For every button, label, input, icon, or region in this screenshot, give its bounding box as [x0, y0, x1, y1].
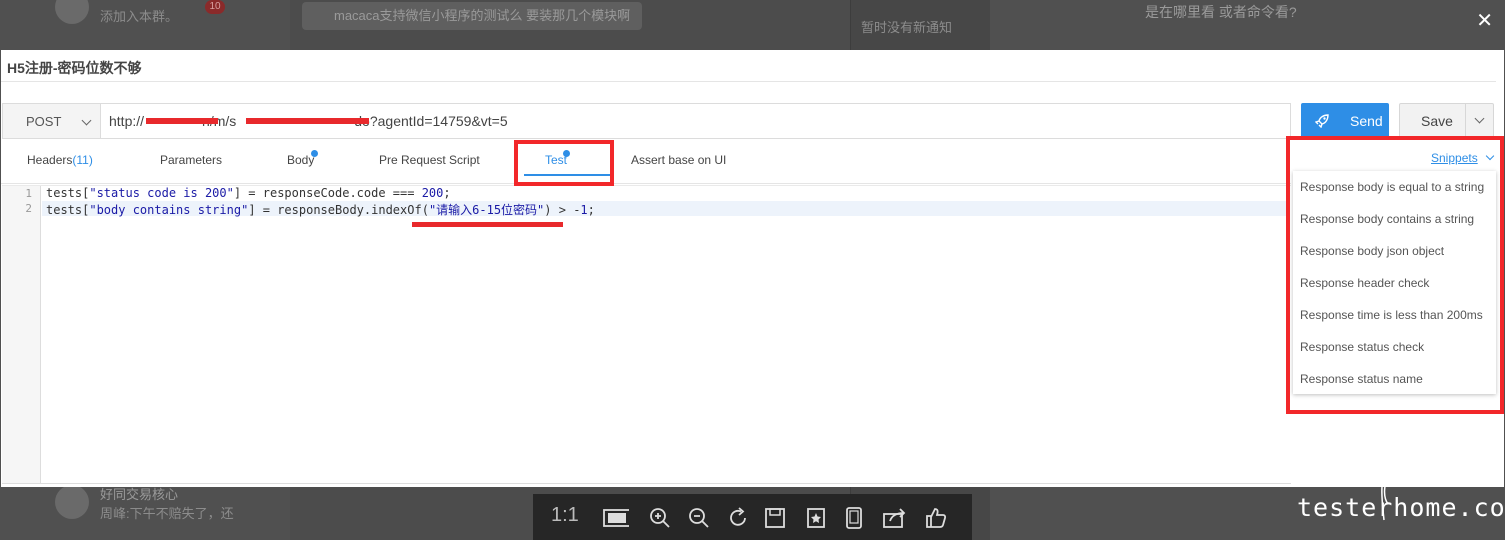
headers-count: (11): [72, 153, 93, 167]
annotation-box-snippets: [1286, 136, 1504, 414]
viewer-toolbar: 1:1: [533, 494, 972, 540]
contact-avatar: [55, 0, 89, 24]
redaction-mark: [246, 118, 369, 124]
line-number: 1: [25, 187, 32, 200]
chevron-down-icon: [81, 115, 92, 126]
annotation-underline: [412, 222, 563, 227]
watermark: testerhome.com: [1297, 493, 1505, 522]
redaction-mark: [146, 118, 218, 124]
fit-screen-icon[interactable]: [599, 506, 629, 530]
contact-avatar: [55, 485, 89, 519]
save-icon[interactable]: [763, 506, 787, 530]
send-button[interactable]: Send: [1301, 103, 1389, 139]
tab-parameters[interactable]: Parameters: [160, 153, 222, 167]
tab-assert-ui[interactable]: Assert base on UI: [631, 153, 726, 167]
unread-badge: 10: [205, 0, 225, 14]
code-editor[interactable]: 1 2 tests["status code is 200"] = respon…: [2, 185, 1291, 484]
notice-text: 暂时没有新通知: [861, 20, 953, 35]
contact-preview: 添加入本群。: [100, 9, 179, 24]
line-number-gutter: 1 2: [2, 186, 41, 483]
body-modified-dot: [311, 150, 318, 157]
url-end: do?agentId=14759&vt=5: [354, 113, 508, 129]
method-select[interactable]: POST: [3, 104, 101, 138]
divider: [1465, 104, 1466, 138]
method-label: POST: [26, 114, 62, 129]
annotation-box-test-tab: [514, 140, 614, 186]
thumbs-up-icon[interactable]: [924, 506, 948, 530]
code-line-2: tests["body contains string"] = response…: [46, 203, 595, 217]
phone-icon[interactable]: [842, 506, 866, 530]
chevron-down-icon[interactable]: [1474, 113, 1485, 124]
rocket-icon: [1315, 114, 1329, 128]
request-modal: H5注册-密码位数不够 POST http://n/m/s do?agentId=…: [1, 50, 1504, 487]
tab-label: Headers: [27, 153, 73, 167]
actual-size-button[interactable]: 1:1: [551, 504, 579, 527]
tab-body[interactable]: Body: [287, 153, 314, 167]
send-label: Send: [1350, 113, 1383, 129]
close-icon[interactable]: ✕: [1476, 8, 1493, 32]
tab-headers[interactable]: Headers(11): [27, 153, 93, 167]
divider: [1, 81, 1496, 82]
code-line-1: tests["status code is 200"] = responseCo…: [46, 186, 451, 200]
contact-preview: 周峰:下午不赔失了，还: [100, 506, 234, 521]
modal-title: H5注册-密码位数不够: [7, 60, 142, 76]
save-label: Save: [1421, 113, 1453, 129]
rotate-icon[interactable]: [726, 506, 750, 530]
right-question: 是在哪里看 或者命令看?: [1145, 4, 1297, 20]
zoom-out-icon[interactable]: [687, 506, 711, 530]
share-icon[interactable]: [880, 506, 908, 530]
save-button[interactable]: Save: [1399, 103, 1494, 139]
request-bar: POST http://n/m/s do?agentId=14759&vt=5: [2, 103, 1291, 139]
chat-bubble: macaca支持微信小程序的测试么 要装那几个模块啊: [302, 2, 643, 30]
zoom-in-icon[interactable]: [648, 506, 672, 530]
url-start: http://: [109, 113, 145, 129]
divider: [1, 183, 1291, 184]
bookmark-star-icon[interactable]: [804, 506, 828, 530]
line-number: 2: [25, 202, 32, 215]
tab-pre-request-script[interactable]: Pre Request Script: [379, 153, 480, 167]
